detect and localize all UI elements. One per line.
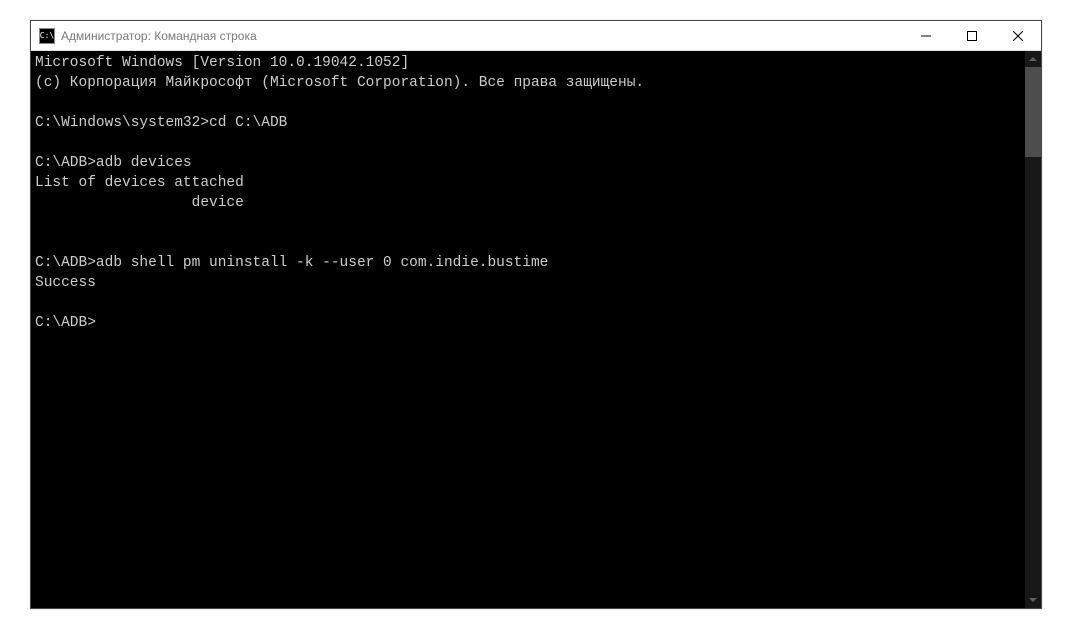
terminal-line [35, 93, 1021, 113]
terminal-line: device [35, 193, 1021, 213]
terminal-line: C:\Windows\system32>cd C:\ADB [35, 113, 1021, 133]
scrollbar-track[interactable] [1025, 67, 1041, 592]
scrollbar-thumb[interactable] [1025, 67, 1041, 157]
terminal-line: Microsoft Windows [Version 10.0.19042.10… [35, 53, 1021, 73]
terminal-line [35, 293, 1021, 313]
close-button[interactable] [995, 21, 1041, 50]
window-controls [903, 21, 1041, 50]
app-icon: C:\ [39, 28, 55, 44]
maximize-button[interactable] [949, 21, 995, 50]
terminal-area: Microsoft Windows [Version 10.0.19042.10… [31, 51, 1041, 608]
terminal-line [35, 133, 1021, 153]
terminal-line [35, 233, 1021, 253]
scroll-up-button[interactable] [1025, 51, 1041, 67]
minimize-icon [921, 31, 931, 41]
titlebar[interactable]: C:\ Администратор: Командная строка [31, 21, 1041, 51]
terminal-line: (c) Корпорация Майкрософт (Microsoft Cor… [35, 73, 1021, 93]
scroll-down-button[interactable] [1025, 592, 1041, 608]
terminal-line: C:\ADB>adb devices [35, 153, 1021, 173]
command-prompt-window: C:\ Администратор: Командная строка Micr… [30, 20, 1042, 609]
terminal-line: Success [35, 273, 1021, 293]
vertical-scrollbar[interactable] [1025, 51, 1041, 608]
chevron-up-icon [1029, 57, 1037, 61]
terminal-line [35, 213, 1021, 233]
terminal-line: C:\ADB>adb shell pm uninstall -k --user … [35, 253, 1021, 273]
window-title: Администратор: Командная строка [61, 29, 903, 43]
minimize-button[interactable] [903, 21, 949, 50]
terminal-line: List of devices attached [35, 173, 1021, 193]
terminal-output[interactable]: Microsoft Windows [Version 10.0.19042.10… [31, 51, 1025, 608]
maximize-icon [967, 31, 977, 41]
terminal-line: C:\ADB> [35, 313, 1021, 333]
chevron-down-icon [1029, 598, 1037, 602]
close-icon [1013, 31, 1023, 41]
